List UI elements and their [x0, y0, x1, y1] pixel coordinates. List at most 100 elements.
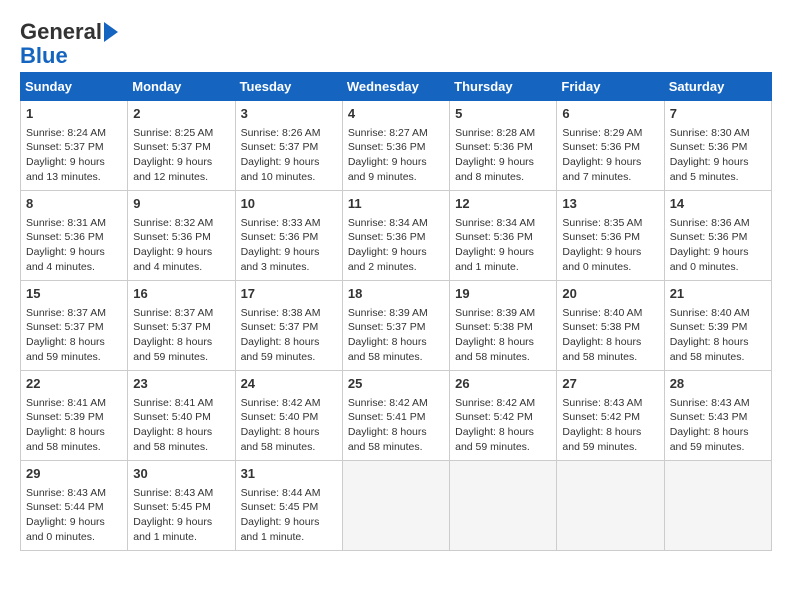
calendar-cell: 31 Sunrise: 8:44 AMSunset: 5:45 PMDayligh… [235, 461, 342, 551]
day-number: 7 [670, 105, 766, 123]
day-number: 24 [241, 375, 337, 393]
day-number: 22 [26, 375, 122, 393]
calendar-row-1: 1 Sunrise: 8:24 AMSunset: 5:37 PMDaylight… [21, 101, 772, 191]
day-info: Sunrise: 8:41 AMSunset: 5:40 PMDaylight:… [133, 396, 229, 455]
day-info: Sunrise: 8:26 AMSunset: 5:37 PMDaylight:… [241, 126, 337, 185]
day-info: Sunrise: 8:39 AMSunset: 5:38 PMDaylight:… [455, 306, 551, 365]
day-info: Sunrise: 8:38 AMSunset: 5:37 PMDaylight:… [241, 306, 337, 365]
day-number: 1 [26, 105, 122, 123]
day-info: Sunrise: 8:34 AMSunset: 5:36 PMDaylight:… [348, 216, 444, 275]
calendar-cell: 18 Sunrise: 8:39 AMSunset: 5:37 PMDayligh… [342, 281, 449, 371]
day-number: 17 [241, 285, 337, 303]
calendar-cell: 28 Sunrise: 8:43 AMSunset: 5:43 PMDayligh… [664, 371, 771, 461]
calendar-cell [557, 461, 664, 551]
calendar-row-4: 22Sunrise: 8:41 AMSunset: 5:39 PMDayligh… [21, 371, 772, 461]
calendar-cell: 27 Sunrise: 8:43 AMSunset: 5:42 PMDayligh… [557, 371, 664, 461]
day-number: 29 [26, 465, 122, 483]
calendar-cell: 6 Sunrise: 8:29 AMSunset: 5:36 PMDaylight… [557, 101, 664, 191]
day-info: Sunrise: 8:31 AMSunset: 5:36 PMDaylight:… [26, 216, 122, 275]
day-number: 5 [455, 105, 551, 123]
day-info: Sunrise: 8:40 AMSunset: 5:39 PMDaylight:… [670, 306, 766, 365]
weekday-header-wednesday: Wednesday [342, 73, 449, 101]
day-number: 13 [562, 195, 658, 213]
calendar-row-3: 15 Sunrise: 8:37 AMSunset: 5:37 PMDayligh… [21, 281, 772, 371]
calendar-cell: 2 Sunrise: 8:25 AMSunset: 5:37 PMDaylight… [128, 101, 235, 191]
calendar-cell: 7 Sunrise: 8:30 AMSunset: 5:36 PMDaylight… [664, 101, 771, 191]
calendar-cell: 8 Sunrise: 8:31 AMSunset: 5:36 PMDaylight… [21, 191, 128, 281]
calendar-cell: 5 Sunrise: 8:28 AMSunset: 5:36 PMDaylight… [450, 101, 557, 191]
calendar-cell: 26Sunrise: 8:42 AMSunset: 5:42 PMDayligh… [450, 371, 557, 461]
weekday-header-friday: Friday [557, 73, 664, 101]
calendar-cell: 1 Sunrise: 8:24 AMSunset: 5:37 PMDaylight… [21, 101, 128, 191]
day-info: Sunrise: 8:29 AMSunset: 5:36 PMDaylight:… [562, 126, 658, 185]
calendar-cell: 23 Sunrise: 8:41 AMSunset: 5:40 PMDayligh… [128, 371, 235, 461]
day-info: Sunrise: 8:37 AMSunset: 5:37 PMDaylight:… [26, 306, 122, 365]
calendar-table: SundayMondayTuesdayWednesdayThursdayFrid… [20, 72, 772, 551]
calendar-cell: 17 Sunrise: 8:38 AMSunset: 5:37 PMDayligh… [235, 281, 342, 371]
day-number: 23 [133, 375, 229, 393]
calendar-cell: 3 Sunrise: 8:26 AMSunset: 5:37 PMDaylight… [235, 101, 342, 191]
calendar-cell: 16 Sunrise: 8:37 AMSunset: 5:37 PMDayligh… [128, 281, 235, 371]
calendar-cell: 11 Sunrise: 8:34 AMSunset: 5:36 PMDayligh… [342, 191, 449, 281]
day-number: 14 [670, 195, 766, 213]
day-info: Sunrise: 8:43 AMSunset: 5:43 PMDaylight:… [670, 396, 766, 455]
weekday-header-sunday: Sunday [21, 73, 128, 101]
day-number: 11 [348, 195, 444, 213]
day-info: Sunrise: 8:28 AMSunset: 5:36 PMDaylight:… [455, 126, 551, 185]
day-number: 21 [670, 285, 766, 303]
day-info: Sunrise: 8:42 AMSunset: 5:42 PMDaylight:… [455, 396, 551, 455]
day-number: 18 [348, 285, 444, 303]
day-info: Sunrise: 8:35 AMSunset: 5:36 PMDaylight:… [562, 216, 658, 275]
day-info: Sunrise: 8:42 AMSunset: 5:40 PMDaylight:… [241, 396, 337, 455]
day-number: 27 [562, 375, 658, 393]
weekday-header-monday: Monday [128, 73, 235, 101]
calendar-cell: 29 Sunrise: 8:43 AMSunset: 5:44 PMDayligh… [21, 461, 128, 551]
day-number: 31 [241, 465, 337, 483]
calendar-cell: 13 Sunrise: 8:35 AMSunset: 5:36 PMDayligh… [557, 191, 664, 281]
weekday-header-saturday: Saturday [664, 73, 771, 101]
day-number: 6 [562, 105, 658, 123]
day-info: Sunrise: 8:25 AMSunset: 5:37 PMDaylight:… [133, 126, 229, 185]
day-info: Sunrise: 8:40 AMSunset: 5:38 PMDaylight:… [562, 306, 658, 365]
day-number: 12 [455, 195, 551, 213]
day-number: 16 [133, 285, 229, 303]
day-info: Sunrise: 8:36 AMSunset: 5:36 PMDaylight:… [670, 216, 766, 275]
calendar-cell: 19 Sunrise: 8:39 AMSunset: 5:38 PMDayligh… [450, 281, 557, 371]
logo-arrow-icon [104, 22, 118, 42]
calendar-cell: 24 Sunrise: 8:42 AMSunset: 5:40 PMDayligh… [235, 371, 342, 461]
calendar-cell: 14 Sunrise: 8:36 AMSunset: 5:36 PMDayligh… [664, 191, 771, 281]
day-info: Sunrise: 8:39 AMSunset: 5:37 PMDaylight:… [348, 306, 444, 365]
day-info: Sunrise: 8:27 AMSunset: 5:36 PMDaylight:… [348, 126, 444, 185]
logo-blue: Blue [20, 44, 68, 68]
day-number: 9 [133, 195, 229, 213]
day-info: Sunrise: 8:37 AMSunset: 5:37 PMDaylight:… [133, 306, 229, 365]
day-number: 4 [348, 105, 444, 123]
calendar-cell: 22Sunrise: 8:41 AMSunset: 5:39 PMDayligh… [21, 371, 128, 461]
day-number: 20 [562, 285, 658, 303]
calendar-cell: 20 Sunrise: 8:40 AMSunset: 5:38 PMDayligh… [557, 281, 664, 371]
day-number: 28 [670, 375, 766, 393]
day-info: Sunrise: 8:34 AMSunset: 5:36 PMDaylight:… [455, 216, 551, 275]
calendar-cell: 9 Sunrise: 8:32 AMSunset: 5:36 PMDaylight… [128, 191, 235, 281]
day-info: Sunrise: 8:44 AMSunset: 5:45 PMDaylight:… [241, 486, 337, 545]
calendar-cell: 4 Sunrise: 8:27 AMSunset: 5:36 PMDaylight… [342, 101, 449, 191]
weekday-header-thursday: Thursday [450, 73, 557, 101]
logo: General Blue [20, 20, 118, 68]
day-number: 30 [133, 465, 229, 483]
calendar-row-5: 29 Sunrise: 8:43 AMSunset: 5:44 PMDayligh… [21, 461, 772, 551]
page-header: General Blue [20, 20, 772, 68]
day-info: Sunrise: 8:33 AMSunset: 5:36 PMDaylight:… [241, 216, 337, 275]
calendar-cell: 25Sunrise: 8:42 AMSunset: 5:41 PMDayligh… [342, 371, 449, 461]
day-info: Sunrise: 8:32 AMSunset: 5:36 PMDaylight:… [133, 216, 229, 275]
day-info: Sunrise: 8:30 AMSunset: 5:36 PMDaylight:… [670, 126, 766, 185]
day-number: 2 [133, 105, 229, 123]
day-info: Sunrise: 8:24 AMSunset: 5:37 PMDaylight:… [26, 126, 122, 185]
day-number: 15 [26, 285, 122, 303]
day-number: 8 [26, 195, 122, 213]
day-number: 19 [455, 285, 551, 303]
day-info: Sunrise: 8:43 AMSunset: 5:42 PMDaylight:… [562, 396, 658, 455]
day-info: Sunrise: 8:43 AMSunset: 5:44 PMDaylight:… [26, 486, 122, 545]
weekday-header-tuesday: Tuesday [235, 73, 342, 101]
day-number: 3 [241, 105, 337, 123]
calendar-row-2: 8 Sunrise: 8:31 AMSunset: 5:36 PMDaylight… [21, 191, 772, 281]
